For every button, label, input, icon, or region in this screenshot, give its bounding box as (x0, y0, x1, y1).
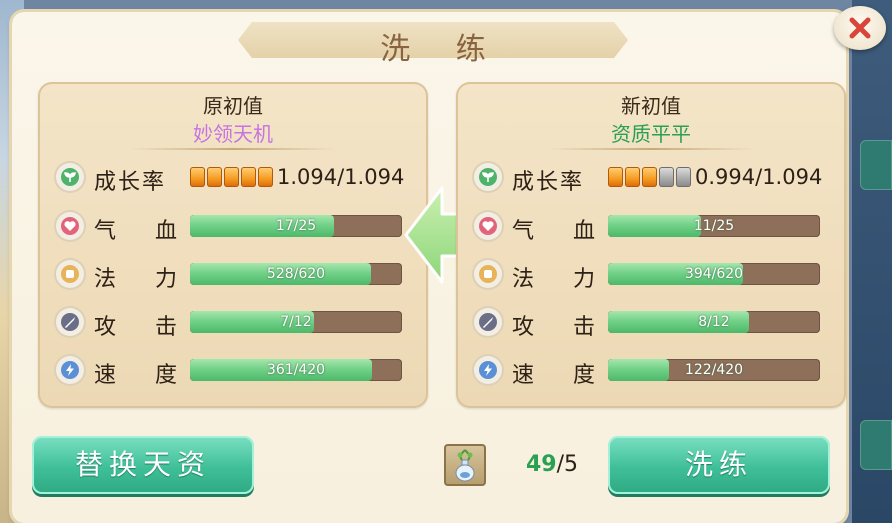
growth-row: 成长率 0.994/1.094 (456, 158, 846, 198)
title-banner: 洗 练 (238, 14, 628, 67)
stat-bar: 17/25 (190, 215, 402, 237)
stat-row-spd: 速 度 122/420 (456, 351, 846, 391)
stat-value: 122/420 (684, 362, 744, 378)
replace-talent-button[interactable]: 替换天资 (32, 436, 254, 494)
sword-icon (474, 308, 502, 336)
close-button[interactable] (834, 6, 886, 50)
growth-pip (241, 167, 256, 187)
panel-heading: 原初值 (203, 94, 263, 118)
heart-icon (474, 212, 502, 240)
stat-label: 速 度 (512, 363, 611, 388)
stat-value: 394/620 (684, 266, 744, 282)
panel-heading: 新初值 (621, 94, 681, 118)
stat-value: 17/25 (275, 218, 317, 234)
dialog-title: 洗 练 (380, 32, 504, 67)
stat-bar: 11/25 (608, 215, 820, 237)
side-tab[interactable] (860, 140, 892, 190)
stat-row-hp: 气 血 17/25 (38, 207, 428, 247)
stat-row-mp: 法 力 528/620 (38, 255, 428, 295)
growth-pip (608, 167, 623, 187)
growth-pips: 0.994/1.094 (608, 164, 822, 190)
growth-pip (258, 167, 273, 187)
stat-label: 攻 击 (94, 315, 193, 340)
growth-value: 1.094/1.094 (277, 165, 405, 189)
stat-row-hp: 气 血 11/25 (456, 207, 846, 247)
stat-row-mp: 法 力 394/620 (456, 255, 846, 295)
stat-bar: 8/12 (608, 311, 820, 333)
growth-row: 成长率 1.094/1.094 (38, 158, 428, 198)
sprout-icon (474, 163, 502, 191)
lightning-icon (56, 356, 84, 384)
stat-value: 8/12 (698, 314, 730, 330)
new-stats-panel: 新初值 资质平平 成长率 0.994/1.094 气 血 11/25 法 力 3… (456, 82, 846, 408)
quality-label: 资质平平 (611, 122, 691, 146)
sprout-icon (56, 163, 84, 191)
growth-pip (642, 167, 657, 187)
refine-item-count: 49/5 (526, 452, 578, 477)
quality-label: 妙领天机 (193, 122, 273, 146)
close-x-icon (849, 17, 871, 39)
stat-label: 气 血 (512, 219, 611, 244)
mana-icon (474, 260, 502, 288)
stat-value: 528/620 (266, 266, 326, 282)
growth-label: 成长率 (512, 170, 585, 195)
stat-label: 气 血 (94, 219, 193, 244)
stat-bar: 528/620 (190, 263, 402, 285)
stat-label: 法 力 (512, 267, 611, 292)
divider (546, 148, 756, 150)
item-count-current: 49 (526, 452, 557, 477)
growth-pips: 1.094/1.094 (190, 164, 404, 190)
side-tab[interactable] (860, 420, 892, 470)
item-count-max: /5 (556, 452, 579, 477)
growth-pip (207, 167, 222, 187)
stat-row-atk: 攻 击 7/12 (38, 303, 428, 343)
stat-label: 攻 击 (512, 315, 611, 340)
stat-row-spd: 速 度 361/420 (38, 351, 428, 391)
growth-pip (625, 167, 640, 187)
stat-label: 法 力 (94, 267, 193, 292)
divider (128, 148, 338, 150)
stat-bar: 361/420 (190, 359, 402, 381)
growth-pip (190, 167, 205, 187)
stat-bar: 394/620 (608, 263, 820, 285)
stat-value: 361/420 (266, 362, 326, 378)
heart-icon (56, 212, 84, 240)
stat-bar: 122/420 (608, 359, 820, 381)
stat-value: 11/25 (693, 218, 735, 234)
growth-pip (224, 167, 239, 187)
stat-row-atk: 攻 击 8/12 (456, 303, 846, 343)
growth-value: 0.994/1.094 (695, 165, 823, 189)
refine-item-slot[interactable] (444, 444, 486, 486)
stat-label: 速 度 (94, 363, 193, 388)
refine-button[interactable]: 洗练 (608, 436, 830, 494)
lightning-icon (474, 356, 502, 384)
growth-pip-empty (676, 167, 691, 187)
growth-pip-empty (659, 167, 674, 187)
refine-dialog: 洗 练 原初值 妙领天机 成长率 1.094/1.094 气 血 17/25 法… (12, 6, 886, 523)
background-right-edge (852, 0, 892, 523)
stat-bar: 7/12 (190, 311, 402, 333)
growth-label: 成长率 (94, 170, 167, 195)
stat-value: 7/12 (280, 314, 312, 330)
original-stats-panel: 原初值 妙领天机 成长率 1.094/1.094 气 血 17/25 法 力 5… (38, 82, 428, 408)
sword-icon (56, 308, 84, 336)
mana-icon (56, 260, 84, 288)
potion-icon (455, 449, 475, 482)
